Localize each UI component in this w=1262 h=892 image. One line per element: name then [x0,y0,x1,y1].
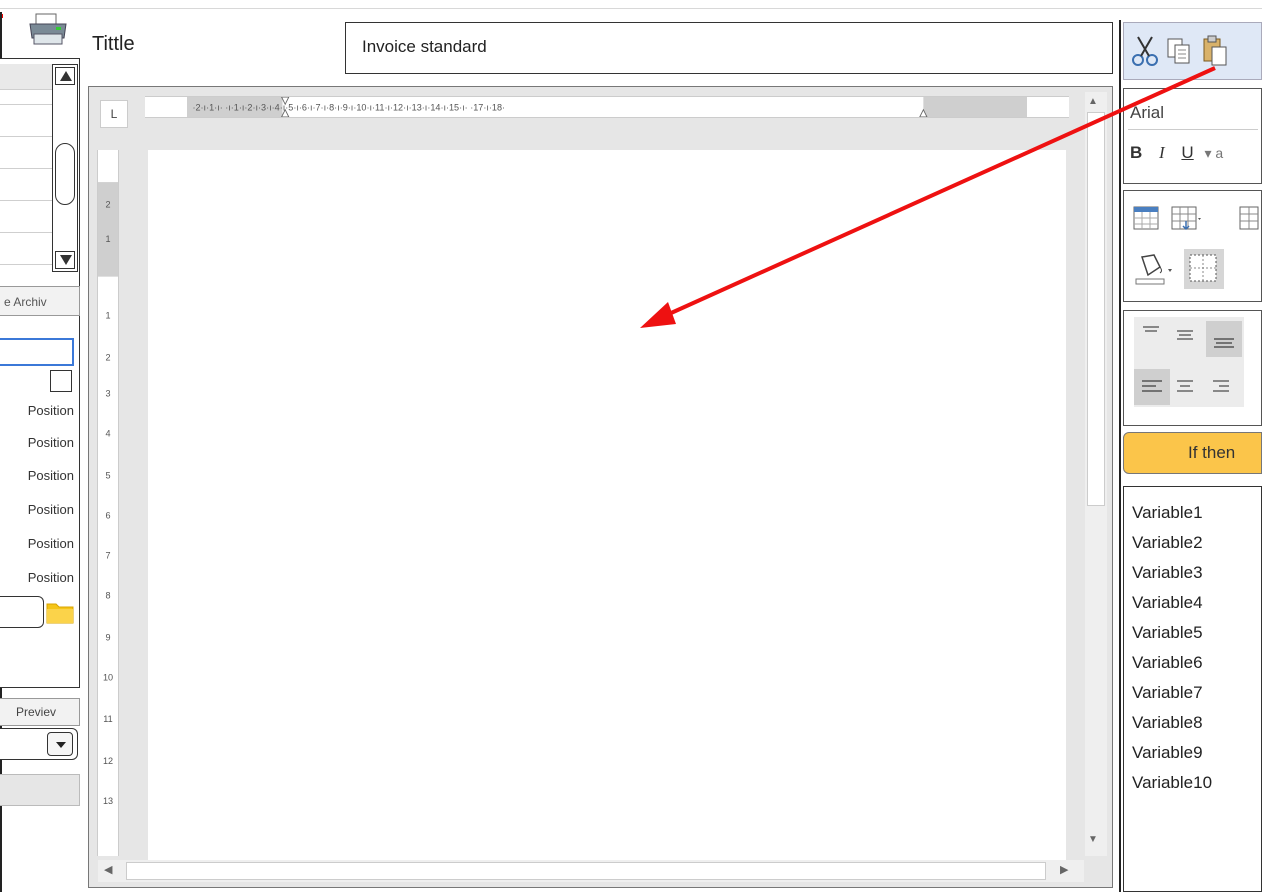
list-row[interactable] [0,232,52,233]
position-label: Position [27,502,74,517]
archive-search-input[interactable] [0,338,74,366]
bold-button[interactable]: B [1130,143,1142,162]
fill-color-icon[interactable] [1134,251,1174,287]
variable-item[interactable]: Variable2 [1132,533,1203,553]
paste-icon[interactable] [1200,33,1230,69]
ruler-v-label: 3 [105,389,110,399]
position-label: Position [27,435,74,450]
table-grid-icon[interactable] [1170,203,1202,233]
variable-item[interactable]: Variable6 [1132,653,1203,673]
ruler-v-label: 13 [103,796,113,806]
scroll-up-button[interactable] [55,67,75,85]
variable-item[interactable]: Variable7 [1132,683,1203,703]
ruler-h-text: ·2·ı·1·ı· ·ı·1·ı·2·ı·3·ı·4·ı·5·ı·6·ı·7·ı… [192,103,505,113]
position-label: Position [27,403,74,418]
align-middle-icon[interactable] [1174,323,1196,345]
archive-list[interactable] [0,66,52,286]
scroll-left-icon[interactable]: ◀ [104,863,112,876]
scroll-down-icon[interactable]: ▼ [1088,834,1098,845]
if-then-button[interactable]: If then [1123,432,1262,474]
variable-item[interactable]: Variable5 [1132,623,1203,643]
list-scrollbar[interactable] [52,64,78,272]
ruler-v-label: 8 [105,590,110,600]
underline-button[interactable]: U [1181,143,1193,162]
position-label: Position [27,570,74,585]
archive-checkbox[interactable] [50,370,72,392]
ruler-v-label: 2 [105,352,110,362]
scroll-thumb[interactable] [55,143,75,205]
more-format-button[interactable]: ▾ a [1204,145,1223,161]
top-divider [0,8,1262,9]
list-row[interactable] [0,136,52,137]
ruler-v-label: 6 [105,510,110,520]
ruler-v-label: 11 [103,714,112,724]
editor-vertical-scroll-thumb[interactable] [1087,112,1105,506]
list-row[interactable] [0,104,52,105]
position-label: Position [27,468,74,483]
copy-icon[interactable] [1164,33,1194,69]
ruler-v-label: 5 [105,470,110,480]
file-path-field[interactable] [0,596,44,628]
font-family-select[interactable]: Arial [1130,103,1164,123]
right-panel-edge [1119,20,1121,892]
ruler-v-label: 1 [105,234,110,244]
scroll-up-icon[interactable]: ▲ [1088,96,1098,107]
format-buttons: B I U ▾ a [1130,143,1223,163]
position-label: Position [27,536,74,551]
variable-item[interactable]: Variable10 [1132,773,1212,793]
table-panel [1123,190,1262,302]
ruler-v-label: 1 [105,310,110,320]
document-page[interactable] [148,150,1066,860]
title-input[interactable]: Invoice standard [345,22,1113,74]
scroll-right-icon[interactable]: ▶ [1060,863,1068,876]
printer-icon[interactable] [26,12,70,46]
title-label: Tittle [92,33,135,55]
list-row[interactable] [0,200,52,201]
font-panel: Arial B I U ▾ a [1123,88,1262,184]
list-row[interactable] [0,168,52,169]
editor-horizontal-scroll-thumb[interactable] [126,862,1046,880]
ruler-v-label: 7 [105,550,110,560]
borders-icon[interactable] [1184,249,1224,289]
ruler-v-label: 2 [105,200,110,210]
preview-button[interactable]: Previev [0,698,80,726]
preview-select[interactable] [0,728,78,760]
variable-item[interactable]: Variable8 [1132,713,1203,733]
list-row[interactable] [0,264,52,265]
ruler-v-label: 12 [103,756,113,766]
alignment-panel [1123,310,1262,426]
align-left-icon[interactable] [1134,369,1170,405]
vertical-ruler[interactable]: 2 1 1 2 3 4 5 6 7 8 9 10 11 12 13 [97,150,119,856]
variable-item[interactable]: Variable1 [1132,503,1203,523]
tab-stop-selector[interactable]: L [100,100,128,128]
align-top-icon[interactable] [1140,323,1162,345]
align-bottom-icon[interactable] [1206,321,1242,357]
ruler-v-label: 9 [105,632,110,642]
font-divider [1128,129,1258,130]
table-split-icon[interactable] [1238,203,1260,233]
ruler-v-label: 10 [103,672,113,682]
ruler-v-label: 4 [105,429,110,439]
variable-item[interactable]: Variable3 [1132,563,1203,583]
variable-item[interactable]: Variable4 [1132,593,1203,613]
variables-list: Variable1 Variable2 Variable3 Variable4 … [1123,486,1262,892]
chevron-down-icon[interactable] [47,732,73,756]
insert-table-icon[interactable] [1132,203,1160,233]
cut-icon[interactable] [1130,33,1160,69]
archive-tab[interactable]: e Archiv [0,286,80,316]
clipboard-toolbar [1123,22,1262,80]
folder-icon[interactable] [46,600,74,624]
scroll-down-button[interactable] [55,251,75,269]
horizontal-ruler[interactable]: ·2·ı·1·ı· ·ı·1·ı·2·ı·3·ı·4·ı·5·ı·6·ı·7·ı… [145,96,1069,118]
alignment-grid [1134,317,1244,407]
italic-button[interactable]: I [1159,143,1165,162]
align-center-icon[interactable] [1174,375,1196,397]
left-bottom-bar [0,774,80,806]
align-right-icon[interactable] [1210,375,1232,397]
variable-item[interactable]: Variable9 [1132,743,1203,763]
